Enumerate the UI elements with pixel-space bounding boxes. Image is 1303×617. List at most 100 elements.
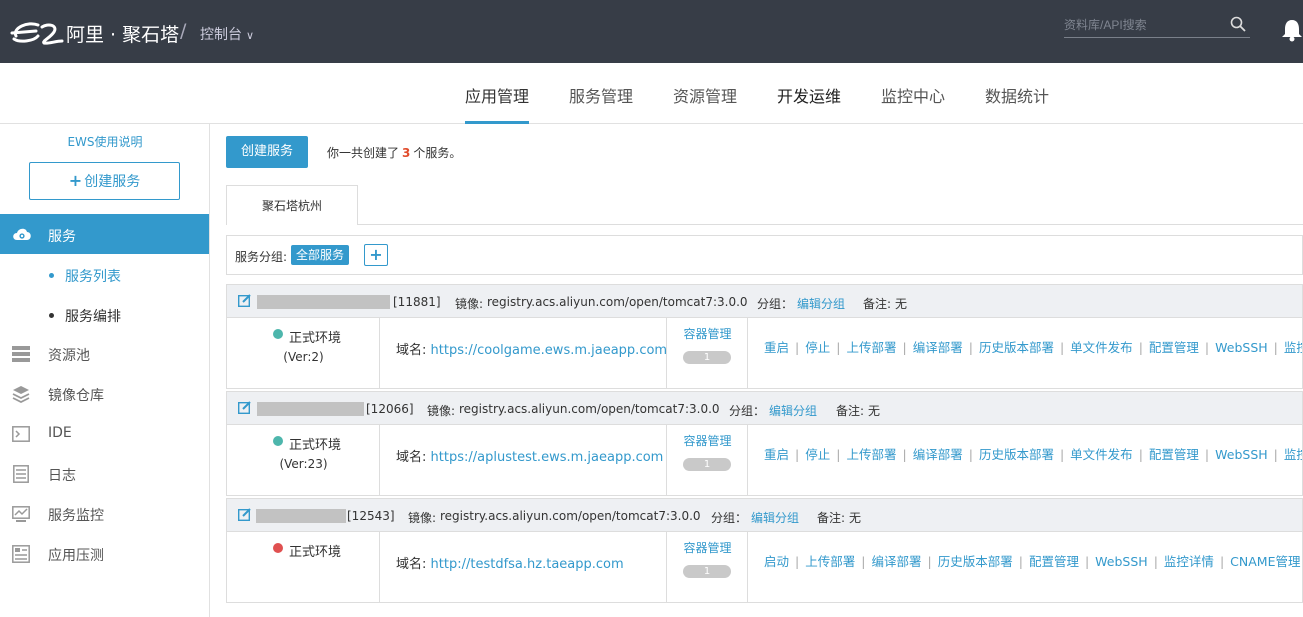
- service-id: [12066]: [366, 402, 414, 416]
- action-divider: |: [1204, 447, 1210, 462]
- environment-status: 正式环境: [289, 438, 342, 453]
- actions-cell: 重启 | 停止 | 上传部署 | 编译部署 | 历史版本部署 | 单文件发布 | 配置管理 | WebSSH…: [748, 425, 1302, 495]
- tab-hangzhou-region[interactable]: 聚石塔杭州: [226, 185, 358, 225]
- action-divider: |: [1138, 447, 1143, 462]
- edit-icon[interactable]: [238, 294, 251, 307]
- environment-cell: 正式环境 (Ver:2): [227, 318, 380, 388]
- container-management-link[interactable]: 容器管理: [667, 539, 748, 556]
- action-history-deploy[interactable]: 历史版本部署: [938, 554, 1013, 569]
- search-input[interactable]: [1064, 14, 1224, 36]
- domain-label: 域名:: [396, 557, 427, 572]
- action-restart[interactable]: 重启: [764, 340, 789, 355]
- brand-title[interactable]: 阿里 · 聚石塔: [66, 20, 179, 47]
- image-name: registry.acs.aliyun.com/open/tomcat7:3.0…: [440, 509, 701, 523]
- action-start[interactable]: 启动: [764, 554, 789, 569]
- action-config-management[interactable]: 配置管理: [1149, 340, 1199, 355]
- service-header: [11881] 镜像: registry.acs.aliyun.com/open…: [227, 285, 1302, 318]
- action-divider: |: [902, 447, 907, 462]
- action-divider: |: [927, 554, 932, 569]
- service-card: [11881] 镜像: registry.acs.aliyun.com/open…: [226, 284, 1303, 389]
- container-count-badge: 1: [683, 351, 731, 364]
- domain-link[interactable]: http://testdfsa.hz.taeapp.com: [431, 557, 624, 572]
- status-dot-icon: [273, 436, 283, 446]
- nav-devops[interactable]: 开发运维: [777, 83, 841, 124]
- add-group-button[interactable]: +: [364, 244, 388, 266]
- monitor-icon: [12, 506, 30, 522]
- action-upload-deploy[interactable]: 上传部署: [846, 340, 896, 355]
- action-webssh[interactable]: WebSSH: [1215, 447, 1268, 462]
- container-cell: 容器管理 1: [667, 532, 748, 602]
- sidebar-create-service-button[interactable]: + 创建服务: [29, 162, 180, 200]
- create-service-button[interactable]: 创建服务: [226, 136, 308, 168]
- alibaba-logo-icon[interactable]: [10, 19, 64, 47]
- group-tag-all-services[interactable]: 全部服务: [291, 245, 350, 265]
- action-config-management[interactable]: 配置管理: [1149, 447, 1199, 462]
- summary-suffix: 个服务。: [413, 146, 462, 160]
- cloud-icon: [13, 228, 31, 240]
- nav-service-management[interactable]: 服务管理: [569, 83, 633, 124]
- action-history-deploy[interactable]: 历史版本部署: [979, 447, 1054, 462]
- nav-app-management[interactable]: 应用管理: [465, 83, 530, 124]
- note-label: 备注:: [817, 511, 846, 525]
- action-monitor-details[interactable]: 监控详情: [1284, 340, 1302, 355]
- console-dropdown[interactable]: 控制台 ∨: [200, 24, 254, 44]
- action-divider: |: [795, 554, 800, 569]
- action-monitor-details[interactable]: 监控详情: [1164, 554, 1214, 569]
- sidebar-sub-service-list[interactable]: 服务列表: [49, 266, 121, 286]
- action-divider: |: [902, 340, 907, 355]
- bell-icon[interactable]: [1281, 18, 1303, 42]
- action-upload-deploy[interactable]: 上传部署: [846, 447, 896, 462]
- service-header: [12066] 镜像: registry.acs.aliyun.com/open…: [227, 392, 1302, 425]
- action-webssh[interactable]: WebSSH: [1215, 340, 1268, 355]
- action-divider: |: [1138, 340, 1143, 355]
- sidebar-item-load-test[interactable]: 应用压测: [0, 534, 209, 574]
- action-history-deploy[interactable]: 历史版本部署: [979, 340, 1054, 355]
- sidebar-item-service[interactable]: 服务: [0, 214, 209, 254]
- sidebar-item-log[interactable]: 日志: [0, 454, 209, 494]
- service-card: [12066] 镜像: registry.acs.aliyun.com/open…: [226, 391, 1303, 496]
- edit-icon[interactable]: [238, 508, 251, 521]
- image-label: 镜像:: [455, 297, 484, 311]
- container-management-link[interactable]: 容器管理: [667, 432, 748, 449]
- search-icon[interactable]: [1230, 16, 1246, 32]
- action-config-management[interactable]: 配置管理: [1029, 554, 1079, 569]
- action-build-deploy[interactable]: 编译部署: [913, 447, 963, 462]
- action-single-file-publish[interactable]: 单文件发布: [1070, 447, 1133, 462]
- action-monitor-details[interactable]: 监控详情: [1284, 447, 1302, 462]
- sidebar-item-ide[interactable]: IDE: [0, 414, 209, 454]
- action-single-file-publish[interactable]: 单文件发布: [1070, 340, 1133, 355]
- container-management-link[interactable]: 容器管理: [667, 325, 748, 342]
- nav-statistics[interactable]: 数据统计: [985, 83, 1049, 124]
- edit-icon[interactable]: [238, 401, 251, 414]
- action-cname-management[interactable]: CNAME管理: [1230, 554, 1300, 569]
- action-restart[interactable]: 重启: [764, 447, 789, 462]
- action-webssh[interactable]: WebSSH: [1095, 554, 1148, 569]
- environment-status: 正式环境: [289, 545, 342, 560]
- note-label: 备注:: [836, 404, 865, 418]
- container-count-badge: 1: [683, 458, 731, 471]
- domain-link[interactable]: https://coolgame.ews.m.jaeapp.com: [431, 343, 668, 358]
- sidebar-sub-service-orchestration[interactable]: 服务编排: [49, 306, 121, 326]
- domain-cell: 域名: http://testdfsa.hz.taeapp.com: [380, 532, 667, 602]
- domain-link[interactable]: https://aplustest.ews.m.jaeapp.com: [431, 450, 664, 465]
- nav-monitor-center[interactable]: 监控中心: [881, 83, 945, 124]
- nav-resource-management[interactable]: 资源管理: [673, 83, 737, 124]
- sidebar-item-service-monitor[interactable]: 服务监控: [0, 494, 209, 534]
- action-stop[interactable]: 停止: [805, 447, 830, 462]
- edit-group-link[interactable]: 编辑分组: [751, 509, 799, 526]
- action-build-deploy[interactable]: 编译部署: [913, 340, 963, 355]
- note-label: 备注:: [863, 297, 892, 311]
- image-label: 镜像:: [408, 511, 437, 525]
- action-build-deploy[interactable]: 编译部署: [871, 554, 921, 569]
- action-upload-deploy[interactable]: 上传部署: [805, 554, 855, 569]
- ews-help-link[interactable]: EWS使用说明: [0, 133, 210, 150]
- edit-group-link[interactable]: 编辑分组: [797, 295, 845, 312]
- action-divider: |: [795, 340, 800, 355]
- action-divider: |: [836, 447, 841, 462]
- sidebar-item-image-repo[interactable]: 镜像仓库: [0, 374, 209, 414]
- container-count-badge: 1: [683, 565, 731, 578]
- edit-group-link[interactable]: 编辑分组: [769, 402, 817, 419]
- action-stop[interactable]: 停止: [805, 340, 830, 355]
- action-divider: |: [1059, 447, 1065, 462]
- sidebar-item-resource-pool[interactable]: 资源池: [0, 334, 209, 374]
